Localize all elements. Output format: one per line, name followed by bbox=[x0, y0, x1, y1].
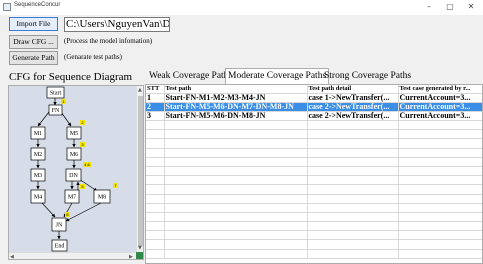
empty-rows bbox=[146, 120, 482, 259]
tab-weak-coverage[interactable]: Weak Coverage Paths bbox=[147, 70, 234, 84]
cfg-node: M8 bbox=[98, 195, 106, 201]
cfg-node: Start bbox=[50, 91, 62, 97]
draw-cfg-description: (Process the model infomation) bbox=[64, 37, 153, 45]
empty-row bbox=[146, 157, 482, 167]
table-cell: case 2->NewTransfer(... bbox=[307, 111, 399, 121]
empty-row bbox=[146, 120, 482, 131]
cfg-node: M7 bbox=[68, 195, 76, 201]
coverage-tabs: Weak Coverage Paths Moderate Coverage Pa… bbox=[145, 68, 483, 84]
empty-row bbox=[146, 194, 482, 204]
scroll-right-icon[interactable]: ▶ bbox=[129, 254, 133, 259]
generate-path-description: (Genarate test paths) bbox=[64, 53, 122, 61]
table-header-row: STT Test path Test path detail Test case… bbox=[146, 85, 482, 94]
table-cell: 1 bbox=[146, 93, 165, 103]
cfg-node: M5 bbox=[70, 131, 78, 137]
import-file-button[interactable]: Import File bbox=[9, 17, 58, 31]
scroll-thumb[interactable] bbox=[138, 96, 143, 246]
draw-cfg-button[interactable]: Draw CFG ... bbox=[9, 35, 58, 49]
scroll-up-icon[interactable]: ▲ bbox=[138, 87, 142, 93]
table-cell: 2 bbox=[146, 102, 165, 112]
cfg-node: M6 bbox=[70, 152, 78, 158]
table-cell: Start-FN-M5-M6-DN-M8-JN bbox=[164, 111, 308, 121]
empty-row bbox=[146, 212, 482, 223]
cfg-node: M4 bbox=[34, 195, 42, 201]
column-header[interactable]: STT bbox=[146, 85, 165, 94]
test-path-grid[interactable]: STT Test path Test path detail Test case… bbox=[145, 84, 483, 264]
empty-row bbox=[146, 239, 482, 250]
cfg-node: FN bbox=[52, 108, 60, 114]
column-header[interactable]: Test case generated by r... bbox=[398, 85, 482, 94]
table-row[interactable]: 3 Start-FN-M5-M6-DN-M8-JN case 2->NewTra… bbox=[146, 111, 482, 121]
window-title: SequenceConcur bbox=[14, 2, 61, 8]
table-cell: Start-FN-M5-M6-DN-M7-DN-M8-JN bbox=[164, 102, 308, 112]
column-header[interactable]: Test path detail bbox=[307, 85, 399, 94]
title-bar: SequenceConcur – ▢ ✕ bbox=[0, 0, 483, 15]
scroll-down-icon[interactable]: ▼ bbox=[138, 245, 142, 251]
empty-row bbox=[146, 129, 482, 140]
cfg-node: DN bbox=[69, 173, 78, 179]
scroll-corner bbox=[136, 252, 143, 259]
table-cell: 3 bbox=[146, 111, 165, 121]
cfg-horizontal-scrollbar[interactable]: ◀ ▶ bbox=[9, 252, 136, 259]
empty-row bbox=[146, 148, 482, 158]
column-header[interactable]: Test path bbox=[164, 85, 308, 94]
minimize-button[interactable]: – bbox=[422, 1, 436, 13]
table-cell: Start-FN-M1-M2-M3-M4-JN bbox=[164, 93, 308, 103]
cfg-vertical-scrollbar[interactable]: ▲ ▼ bbox=[136, 86, 143, 252]
table-row-selected[interactable]: 2 Start-FN-M5-M6-DN-M7-DN-M8-JN case 2->… bbox=[146, 102, 482, 112]
close-button[interactable]: ✕ bbox=[464, 1, 478, 13]
scroll-left-icon[interactable]: ◀ bbox=[10, 254, 14, 259]
table-cell: CurrentAccount=3... bbox=[398, 111, 482, 121]
cfg-node: JN bbox=[56, 223, 63, 229]
table-cell: case 2->NewTransfer(... bbox=[307, 102, 399, 112]
maximize-button[interactable]: ▢ bbox=[443, 1, 457, 13]
cfg-node: M2 bbox=[34, 152, 42, 158]
table-row[interactable]: 1 Start-FN-M1-M2-M3-M4-JN case 1->NewTra… bbox=[146, 93, 482, 103]
generate-path-button[interactable]: Generate Path bbox=[9, 51, 58, 65]
test-path-table: STT Test path Test path detail Test case… bbox=[146, 85, 482, 259]
empty-row bbox=[146, 166, 482, 177]
table-cell: CurrentAccount=3... bbox=[398, 93, 482, 103]
file-path-input[interactable]: C:\Users\NguyenVan\Deskto bbox=[64, 17, 170, 32]
empty-row bbox=[146, 230, 482, 241]
table-cell: CurrentAccount=3... bbox=[398, 102, 482, 112]
empty-row bbox=[146, 138, 482, 149]
cfg-node: End bbox=[55, 244, 65, 250]
empty-row bbox=[146, 184, 482, 195]
edge-marker: 4,6 bbox=[84, 162, 90, 167]
cfg-node: M3 bbox=[34, 173, 42, 179]
tab-moderate-coverage[interactable]: Moderate Coverage Paths bbox=[225, 68, 330, 84]
empty-row bbox=[146, 221, 482, 232]
tab-strong-coverage[interactable]: Strong Coverage Paths bbox=[322, 70, 413, 84]
table-cell: case 1->NewTransfer(... bbox=[307, 93, 399, 103]
app-icon bbox=[3, 3, 11, 11]
cfg-panel[interactable]: Start FN M1 M5 M2 M6 M3 DN M4 M7 M8 JN E… bbox=[8, 85, 144, 260]
cfg-node: M1 bbox=[34, 131, 42, 137]
cfg-diagram: Start FN M1 M5 M2 M6 M3 DN M4 M7 M8 JN E… bbox=[9, 86, 136, 252]
empty-row bbox=[146, 249, 482, 259]
empty-row bbox=[146, 203, 482, 213]
cfg-panel-title: CFG for Sequence Diagram bbox=[9, 71, 133, 83]
empty-row bbox=[146, 175, 482, 186]
